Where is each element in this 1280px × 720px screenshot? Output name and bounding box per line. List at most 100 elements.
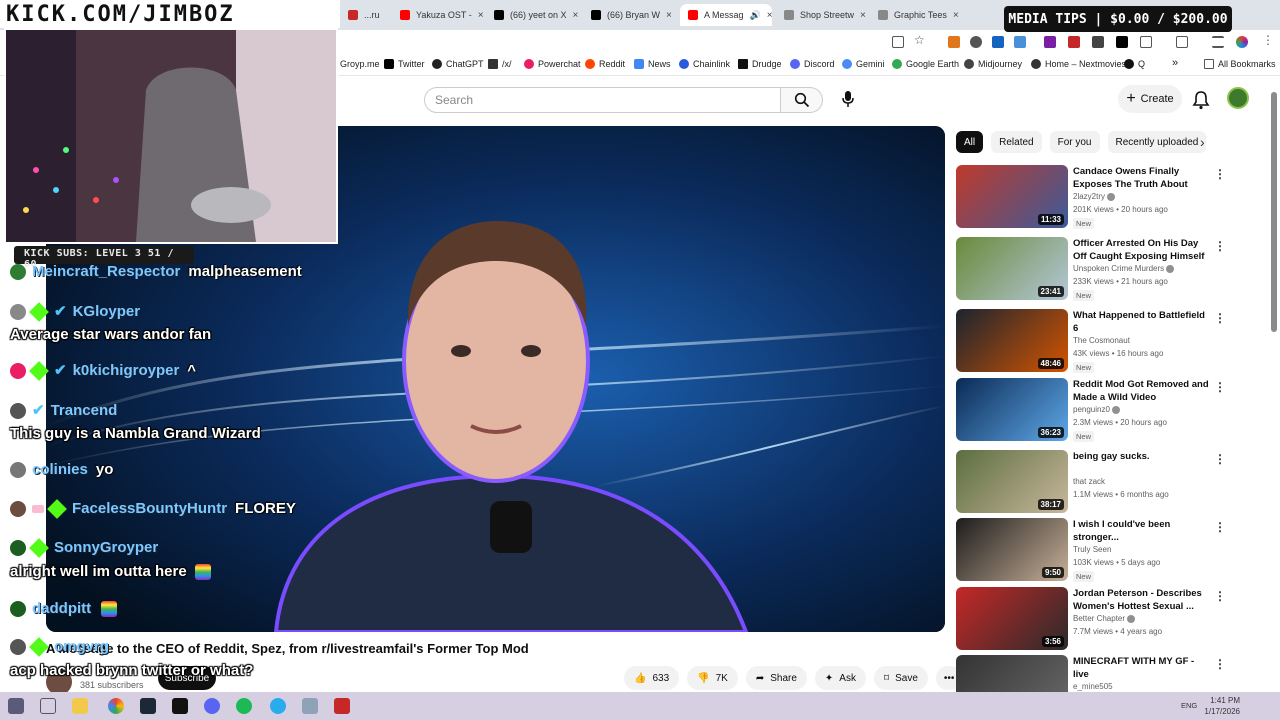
bookmark[interactable]: Reddit [585,59,625,69]
video-thumbnail[interactable]: 38:17 [956,450,1068,513]
tab[interactable]: (66) Bryan W × [583,4,675,26]
video-thumbnail[interactable]: 9:50 [956,518,1068,581]
related-title[interactable]: MINECRAFT WITH MY GF - live [1073,655,1211,681]
bookmark[interactable]: Home – Nextmovies [1031,59,1126,69]
bookmark[interactable]: Gemini [842,59,885,69]
related-channel[interactable]: penguinz0 [1073,405,1121,414]
bookmark[interactable]: Chainlink [679,59,730,69]
video-thumbnail[interactable]: 48:46 [956,309,1068,372]
scrollbar-thumb[interactable] [1271,92,1277,332]
app-icon[interactable] [334,698,350,714]
telegram-icon[interactable] [270,698,286,714]
related-channel[interactable]: Better Chapter [1073,614,1136,623]
related-video[interactable]: 9:50 I wish I could've been stronger... Tr… [956,518,1256,582]
app-icon[interactable] [302,698,318,714]
bookmark[interactable]: Drudge [738,59,782,69]
more-vert-icon[interactable]: ⋮ [1214,311,1226,325]
wave-icon[interactable] [1014,36,1026,48]
close-icon[interactable]: × [953,10,959,21]
chip-for-you[interactable]: For you [1049,131,1100,153]
more-vert-icon[interactable]: ⋮ [1214,452,1226,466]
tab[interactable]: Yakuza OST - × [392,4,484,26]
close-icon[interactable]: × [767,10,772,21]
related-video[interactable]: 11:33 Candace Owens Finally Exposes The T… [956,165,1256,229]
extension-icon[interactable] [1068,36,1080,48]
tab[interactable]: Shop Streetw × [776,4,866,26]
related-channel[interactable]: e_mine505 [1073,682,1113,691]
extension-icon[interactable] [1044,36,1056,48]
search-button[interactable] [781,87,823,113]
metamask-icon[interactable] [948,36,960,48]
account-avatar[interactable] [1227,87,1249,109]
task-view-icon[interactable] [40,698,56,714]
tab[interactable]: (66) yeet on X × [486,4,580,26]
related-video[interactable]: 3:56 Jordan Peterson - Describes Women's … [956,587,1256,651]
related-channel[interactable]: that zack [1073,477,1105,486]
related-video[interactable]: 38:17 being gay sucks. that zack 1.1M views… [956,450,1256,514]
tab[interactable]: ...ru [340,4,386,26]
page-scrollbar[interactable] [1270,84,1278,690]
related-channel[interactable]: The Cosmonaut [1073,336,1130,345]
related-title[interactable]: What Happened to Battlefield 6 [1073,309,1211,335]
share-button[interactable]: ➦ Share [745,666,807,690]
chip-related[interactable]: Related [991,131,1042,153]
bookmark[interactable]: ChatGPT [432,59,484,69]
bookmark[interactable]: Q [1124,59,1145,69]
bookmark-star-icon[interactable]: ☆ [914,33,926,47]
bookmark[interactable]: /x/ [488,59,512,69]
extension-icon[interactable] [992,36,1004,48]
related-video[interactable]: 23:41 Officer Arrested On His Day Off Cau… [956,237,1256,301]
language-indicator[interactable]: ENG [1181,701,1197,710]
discord-icon[interactable] [204,698,220,714]
more-vert-icon[interactable]: ⋮ [1214,520,1226,534]
spotify-icon[interactable] [236,698,252,714]
menu-icon[interactable] [1212,36,1224,48]
terminal-icon[interactable] [172,698,188,714]
chip-recently-uploaded[interactable]: Recently uploaded [1107,131,1207,153]
bookmark[interactable]: Powerchat [524,59,581,69]
more-vert-icon[interactable]: ⋮ [1262,33,1274,47]
close-icon[interactable]: × [573,10,579,21]
chip-all[interactable]: All [956,131,984,153]
taskbar-clock[interactable]: 1:41 PM 1/17/2026 [1204,695,1240,717]
speaker-icon[interactable]: 🔊 [750,10,761,21]
video-thumbnail[interactable]: 36:23 [956,378,1068,441]
related-title[interactable]: I wish I could've been stronger... [1073,518,1211,544]
more-vert-icon[interactable]: ⋮ [1214,380,1226,394]
related-title[interactable]: Officer Arrested On His Day Off Caught E… [1073,237,1211,263]
related-channel[interactable]: 2lazy2try [1073,192,1116,201]
tab-active[interactable]: A Messag 🔊 × [680,4,772,26]
related-channel[interactable]: Truly Seen [1073,545,1111,554]
related-video[interactable]: 48:46 What Happened to Battlefield 6 The C… [956,309,1256,373]
more-vert-icon[interactable]: ⋮ [1214,167,1226,181]
related-title[interactable]: being gay sucks. [1073,450,1211,463]
bookmark[interactable]: Discord [790,59,835,69]
bookmark[interactable]: Twitter [384,59,425,69]
bookmark[interactable]: Google Earth [892,59,959,69]
more-vert-icon[interactable]: ⋮ [1214,589,1226,603]
video-thumbnail[interactable]: 11:33 [956,165,1068,228]
bookmarks-more[interactable]: » [1172,57,1178,69]
all-bookmarks[interactable]: All Bookmarks [1204,59,1276,69]
related-title[interactable]: Jordan Peterson - Describes Women's Hott… [1073,587,1211,613]
more-vert-icon[interactable]: ⋮ [1214,239,1226,253]
related-title[interactable]: Candace Owens Finally Exposes The Truth … [1073,165,1211,191]
windows-start-icon[interactable] [8,698,24,714]
related-title[interactable]: Reddit Mod Got Removed and Made a Wild V… [1073,378,1211,404]
bell-icon[interactable] [1190,89,1212,111]
chrome-icon[interactable] [108,698,124,714]
like-button[interactable]: 👍 633 [624,666,680,690]
install-icon[interactable] [892,36,904,48]
chips-next-arrow[interactable]: › [1200,134,1205,150]
file-explorer-icon[interactable] [72,698,88,714]
ask-button[interactable]: ✦ Ask [814,666,866,690]
dislike-button[interactable]: 👎 7K [687,666,738,690]
sidebar-icon[interactable] [1176,36,1188,48]
save-button[interactable]: ⌑ Save [873,666,928,690]
bookmark[interactable]: News [634,59,671,69]
steam-icon[interactable] [140,698,156,714]
related-channel[interactable]: Unspoken Crime Murders [1073,264,1175,273]
video-thumbnail[interactable]: 3:56 [956,587,1068,650]
close-icon[interactable]: × [860,10,866,21]
tab[interactable]: Graphic Tees × [870,4,960,26]
